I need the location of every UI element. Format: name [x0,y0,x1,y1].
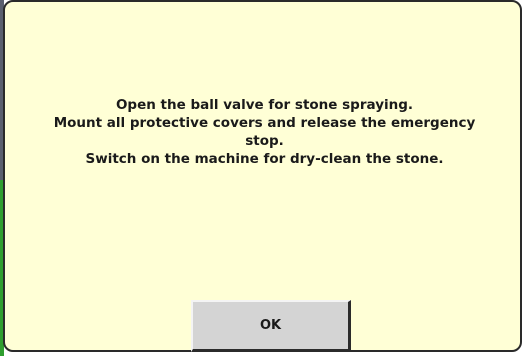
message-line-3: stop. [245,133,284,149]
message-line-2: Mount all protective covers and release … [53,115,476,131]
message-dialog: Open the ball valve for stone spraying. … [3,0,522,352]
message-line-4: Switch on the machine for dry-clean the … [85,151,444,167]
ok-button[interactable]: OK [191,300,351,352]
message-line-1: Open the ball valve for stone spraying. [115,97,414,113]
dialog-message: Open the ball valve for stone spraying. … [19,96,510,168]
